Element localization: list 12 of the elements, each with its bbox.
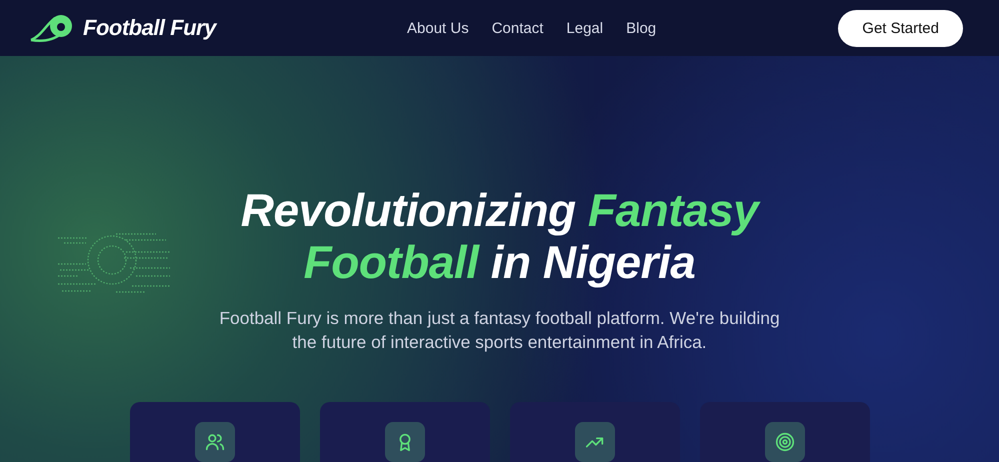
- nav-link[interactable]: Legal: [566, 20, 604, 36]
- hero-description: Football Fury is more than just a fantasy football platform. We're building the future of interactive sports entertainment in Africa.: [218, 307, 781, 354]
- award-icon: [384, 422, 424, 462]
- nav-link[interactable]: About Us: [407, 20, 469, 36]
- target-icon: [764, 422, 804, 462]
- nav-link[interactable]: Blog: [626, 20, 656, 36]
- trend-icon: [574, 422, 614, 462]
- nav-link[interactable]: Contact: [492, 20, 544, 36]
- get-started-button[interactable]: Get Started: [838, 10, 963, 46]
- hero-headline: Revolutionizing Fantasy Football in Nigeria: [240, 184, 758, 288]
- people-icon: [194, 422, 234, 462]
- brand-name[interactable]: Football Fury: [83, 15, 216, 41]
